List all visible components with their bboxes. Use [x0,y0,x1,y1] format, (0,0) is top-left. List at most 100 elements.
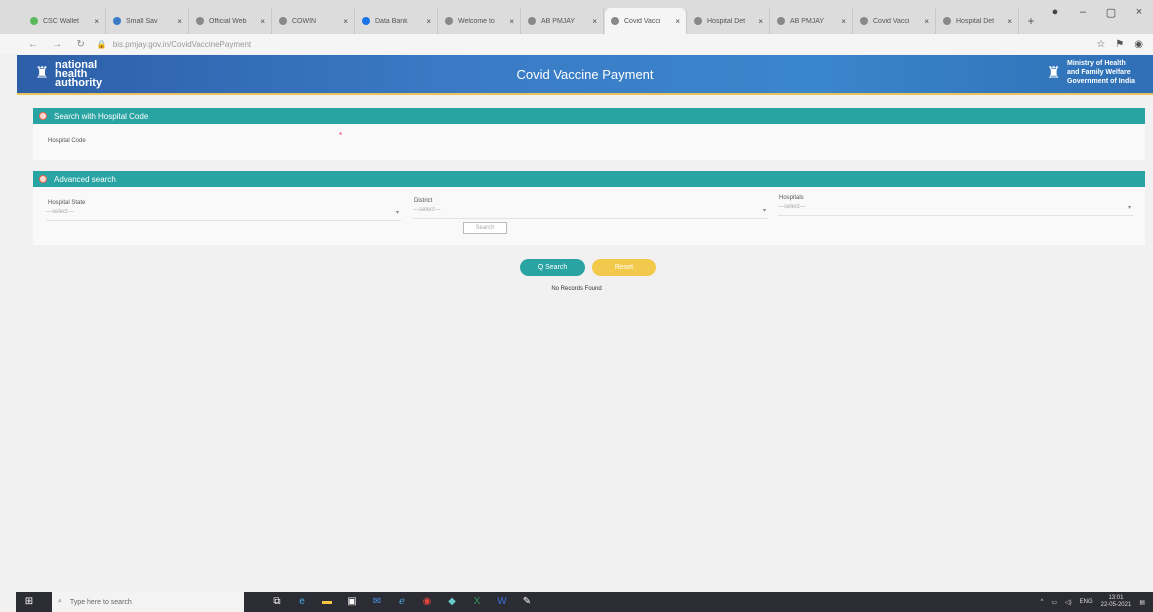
back-icon[interactable]: ← [28,39,38,50]
hospital-code-panel-header[interactable]: Search with Hospital Code [33,108,1145,124]
address-bar: ← → ↻ 🔒 bis.pmjay.gov.in/CovidVaccinePay… [0,34,1153,54]
browser-tab[interactable]: COWIN × [273,8,355,34]
tab-label: Hospital Det [956,17,995,25]
district-select[interactable]: ---select--- ▾ [413,207,768,219]
file-explorer-icon[interactable]: ▬ [316,594,338,610]
browser-tab[interactable]: Data Bank × [356,8,438,34]
tab-close-icon[interactable]: × [841,17,846,26]
minus-circle-icon [39,175,47,183]
snip-icon[interactable]: ✎ [516,594,538,610]
taskbar-apps: ⧉ e ▬ ▣ ✉ ℯ ◉ ◆ X W ✎ [266,594,541,610]
star-icon[interactable]: ☆ [1096,39,1105,50]
browser-tab[interactable]: Welcome to × [439,8,521,34]
profile-icon[interactable]: ◉ [1134,39,1143,50]
new-tab-button[interactable]: + [1020,8,1042,34]
tab-favicon-icon [279,17,287,25]
reload-icon[interactable]: ↻ [76,39,84,50]
maximize-button[interactable]: ▢ [1097,6,1125,19]
extension-icon[interactable]: ● [1041,6,1069,19]
tab-favicon-icon [694,17,702,25]
hospital-code-panel: Search with Hospital Code Hospital Code [33,108,1145,160]
hospital-code-label: Hospital Code [48,138,86,144]
hospital-state-label: Hospital State [48,200,86,206]
nav-buttons: ← → ↻ [28,39,97,50]
task-view-icon[interactable]: ⧉ [266,594,288,610]
windows-start-icon[interactable]: ⊞ [20,592,38,612]
taskbar-search-input[interactable]: ⌕ Type here to search [52,592,244,612]
tab-close-icon[interactable]: × [592,17,597,26]
windows-taskbar: ⊞ ⌕ Type here to search ⧉ e ▬ ▣ ✉ ℯ ◉ ◆ … [16,592,1153,612]
tab-close-icon[interactable]: × [1007,17,1012,26]
tab-label: AB PMJAY [790,17,825,25]
browser-tab[interactable]: CSC Wallet × [24,8,106,34]
tab-favicon-icon [196,17,204,25]
tab-close-icon[interactable]: × [94,17,99,26]
tab-favicon-icon [113,17,121,25]
tab-close-icon[interactable]: × [924,17,929,26]
browser-tab-strip: CSC Wallet × Small Sav × Official Web × COWIN ×… [0,0,1153,34]
tab-favicon-icon [611,17,619,25]
tab-label: Covid Vacci [624,17,661,25]
tab-close-icon[interactable]: × [758,17,763,26]
chevron-down-icon: ▾ [1127,205,1131,211]
tab-close-icon[interactable]: × [343,17,348,26]
search-icon: ⌕ [58,598,62,605]
hospital-search-button[interactable]: Search [463,222,507,234]
volume-icon[interactable]: ◁) [1065,599,1072,606]
district-label: District [414,198,433,204]
tab-favicon-icon [860,17,868,25]
browser-tab[interactable]: Official Web × [190,8,272,34]
browser-tab[interactable]: AB PMJAY × [771,8,853,34]
page-title: Covid Vaccine Payment [516,67,654,82]
edge-icon[interactable]: e [291,594,313,610]
reset-button[interactable]: Reset [592,259,656,276]
chevron-up-icon[interactable]: ^ [1040,599,1043,605]
tab-favicon-icon [445,17,453,25]
forward-icon[interactable]: → [52,39,62,50]
search-button[interactable]: Q Search [520,259,585,276]
window-controls: ● – ▢ × [1041,6,1153,19]
browser-tab[interactable]: Covid Vacci × [854,8,936,34]
advanced-search-panel: Advanced search Hospital State ---select… [33,171,1145,245]
tab-close-icon[interactable]: × [426,17,431,26]
tab-favicon-icon [777,17,785,25]
system-tray: ^ ▭ ◁) ENG 13:01 22-05-2021 ▤ [1040,595,1145,609]
mail-icon[interactable]: ✉ [366,594,388,610]
advanced-search-panel-header[interactable]: Advanced search [33,171,1145,187]
no-records-message: No Records Found [551,286,602,292]
url-field[interactable]: bis.pmjay.gov.in/CovidVaccinePayment [113,40,251,49]
hospital-state-select[interactable]: ---select--- ▾ [46,209,401,221]
tab-favicon-icon [528,17,536,25]
tab-label: Small Sav [126,17,158,25]
browser-tab[interactable]: Hospital Det × [688,8,770,34]
tab-label: Hospital Det [707,17,746,25]
browser-tab[interactable]: Covid Vacci × [605,8,687,34]
clock[interactable]: 13:01 22-05-2021 [1101,595,1132,609]
hospitals-select[interactable]: ---select--- ▾ [778,204,1133,216]
lock-icon: 🔒 [96,39,107,49]
word-icon[interactable]: W [491,594,513,610]
browser-tab[interactable]: AB PMJAY × [522,8,604,34]
minimize-button[interactable]: – [1069,6,1097,19]
chevron-down-icon: ▾ [762,208,766,214]
tab-close-icon[interactable]: × [177,17,182,26]
tab-close-icon[interactable]: × [260,17,265,26]
tab-label: AB PMJAY [541,17,576,25]
tab-label: Official Web [209,17,247,25]
language-indicator[interactable]: ENG [1080,599,1093,605]
extensions-icon[interactable]: ⚑ [1115,39,1124,50]
notification-icon[interactable]: ▤ [1139,599,1145,606]
app-icon[interactable]: ◆ [441,594,463,610]
network-icon[interactable]: ▭ [1051,599,1057,606]
browser-tab[interactable]: Small Sav × [107,8,189,34]
store-icon[interactable]: ▣ [341,594,363,610]
required-marker: * [339,131,343,140]
chrome-icon[interactable]: ◉ [416,594,438,610]
tab-close-icon[interactable]: × [509,17,514,26]
ie-icon[interactable]: ℯ [391,594,413,610]
close-window-button[interactable]: × [1125,6,1153,19]
browser-tab[interactable]: Hospital Det × [937,8,1019,34]
hospitals-label: Hospitals [779,195,804,201]
excel-icon[interactable]: X [466,594,488,610]
tab-close-icon[interactable]: × [675,17,680,26]
